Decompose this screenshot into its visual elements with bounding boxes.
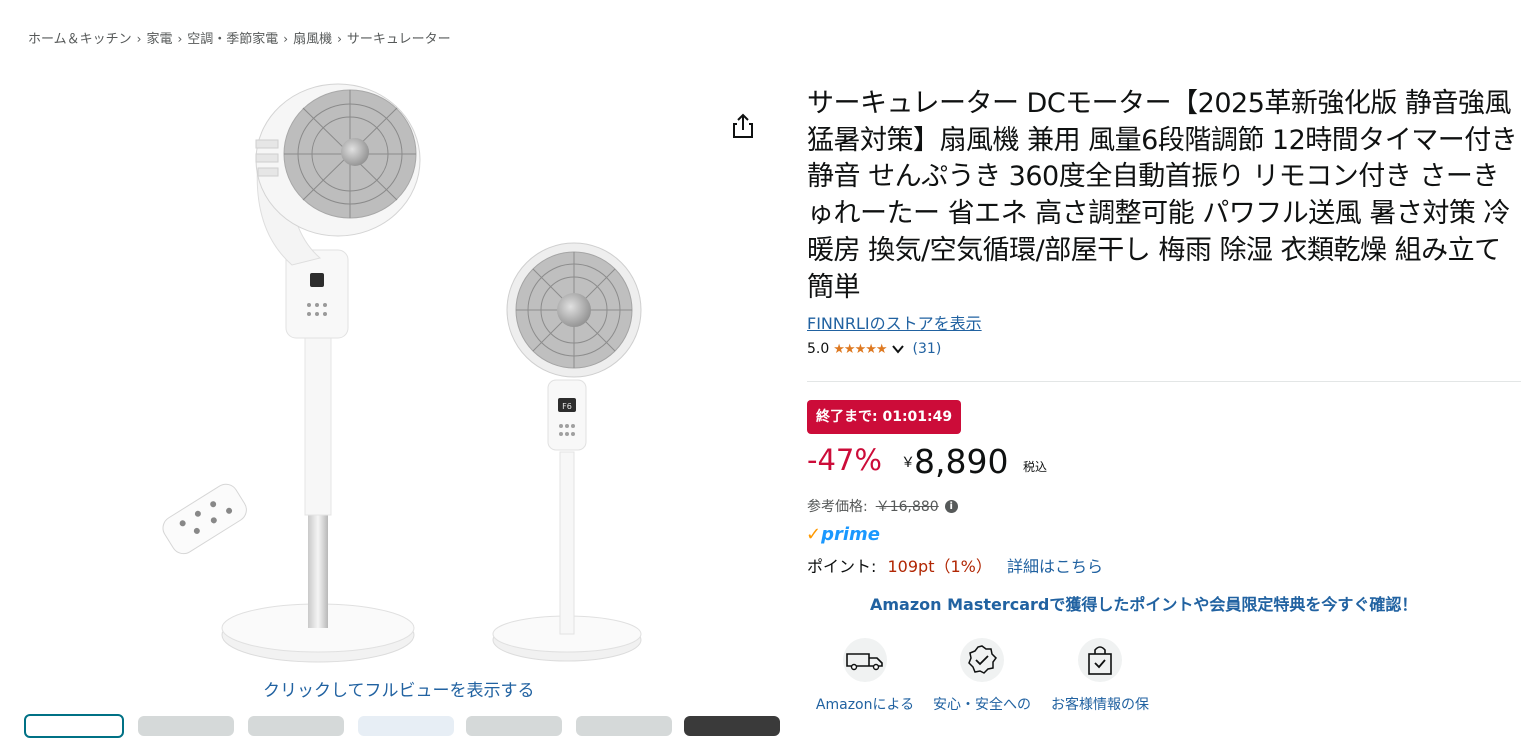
secure-bag-icon [1088,646,1112,675]
feature-delivery-label: Amazonによる [815,697,915,713]
info-icon[interactable]: i [944,499,958,513]
thumbnail-6[interactable] [576,716,672,736]
breadcrumb-item-circulators[interactable]: サーキュレーター [347,32,451,47]
thumbnail-2[interactable] [138,716,234,736]
breadcrumb-separator-icon: › [177,32,183,46]
feature-privacy-label: お客様情報の保 [1051,697,1149,713]
list-price-value: ￥16,880 [875,499,939,515]
breadcrumb-item-home-kitchen[interactable]: ホーム＆キッチン [28,32,132,47]
review-count-link[interactable]: (31) [913,341,942,357]
thumbnail-3[interactable] [248,716,344,736]
thumbnail-1[interactable] [24,714,124,738]
breadcrumb-separator-icon: › [283,32,289,46]
list-price-row: 参考価格: ￥16,880 i [807,496,958,516]
feature-safety[interactable]: 安心・安全への [922,638,1042,714]
safety-badge-icon [968,645,997,674]
store-link[interactable]: FINNRLIのストアを表示 [807,310,1523,334]
prime-label: prime [821,524,880,545]
thumbnail-4[interactable] [358,716,454,736]
breadcrumb: ホーム＆キッチン › 家電 › 空調・季節家電 › 扇風機 › サーキュレーター [28,28,451,47]
star-rating-icon[interactable]: ★★★★★ [833,342,887,357]
product-image-gallery[interactable]: F6 [20,80,780,722]
thumbnail-7[interactable] [684,716,780,736]
discount-percentage: -47% [807,443,882,477]
points-detail-link[interactable]: 詳細はこちら [1007,557,1103,576]
breadcrumb-item-air-conditioning[interactable]: 空調・季節家電 [187,32,278,47]
currency-symbol: ￥ [901,455,915,471]
delivery-truck-icon [846,653,883,671]
rating-value: 5.0 [807,341,830,358]
thumbnail-5[interactable] [466,716,562,736]
breadcrumb-item-appliances[interactable]: 家電 [146,32,172,47]
points-label: ポイント: [807,557,877,576]
full-view-link[interactable]: クリックしてフルビューを表示する [263,676,535,701]
fan-display-readout: F6 [562,402,572,411]
list-price-label: 参考価格: [807,499,868,515]
points-value: 109pt（1%） [887,557,992,576]
feature-safety-label: 安心・安全への [933,697,1031,713]
mastercard-promo-link[interactable]: Amazon Mastercardで獲得したポイントや会員限定特典を今すぐ確認！ [870,591,1417,615]
product-main-image[interactable]: F6 [20,80,780,680]
breadcrumb-separator-icon: › [136,32,142,46]
breadcrumb-item-fans[interactable]: 扇風機 [293,32,332,47]
price-value: 8,890 [914,442,1009,481]
deal-countdown-badge: 終了まで: 01:01:49 [807,400,962,434]
divider [807,381,1521,382]
share-button[interactable] [730,112,756,140]
chevron-down-icon[interactable] [891,342,905,356]
breadcrumb-separator-icon: › [337,32,342,46]
feature-delivery[interactable]: Amazonによる [805,638,925,714]
product-info-panel: サーキュレーター DCモーター【2025革新強化版 静音強風 猛暑対策】扇風機 … [807,86,1523,357]
prime-badge[interactable]: ✓prime [806,524,880,545]
rating-row: 5.0 ★★★★★ (31) [807,341,1523,357]
tax-label: 税込 [1023,460,1048,474]
product-title: サーキュレーター DCモーター【2025革新強化版 静音強風 猛暑対策】扇風機 … [807,88,1518,303]
share-icon [733,113,753,138]
feature-privacy[interactable]: お客様情報の保 [1040,638,1160,714]
points-row: ポイント: 109pt（1%） 詳細はこちら [807,553,1103,577]
prime-check-icon: ✓ [806,524,822,545]
